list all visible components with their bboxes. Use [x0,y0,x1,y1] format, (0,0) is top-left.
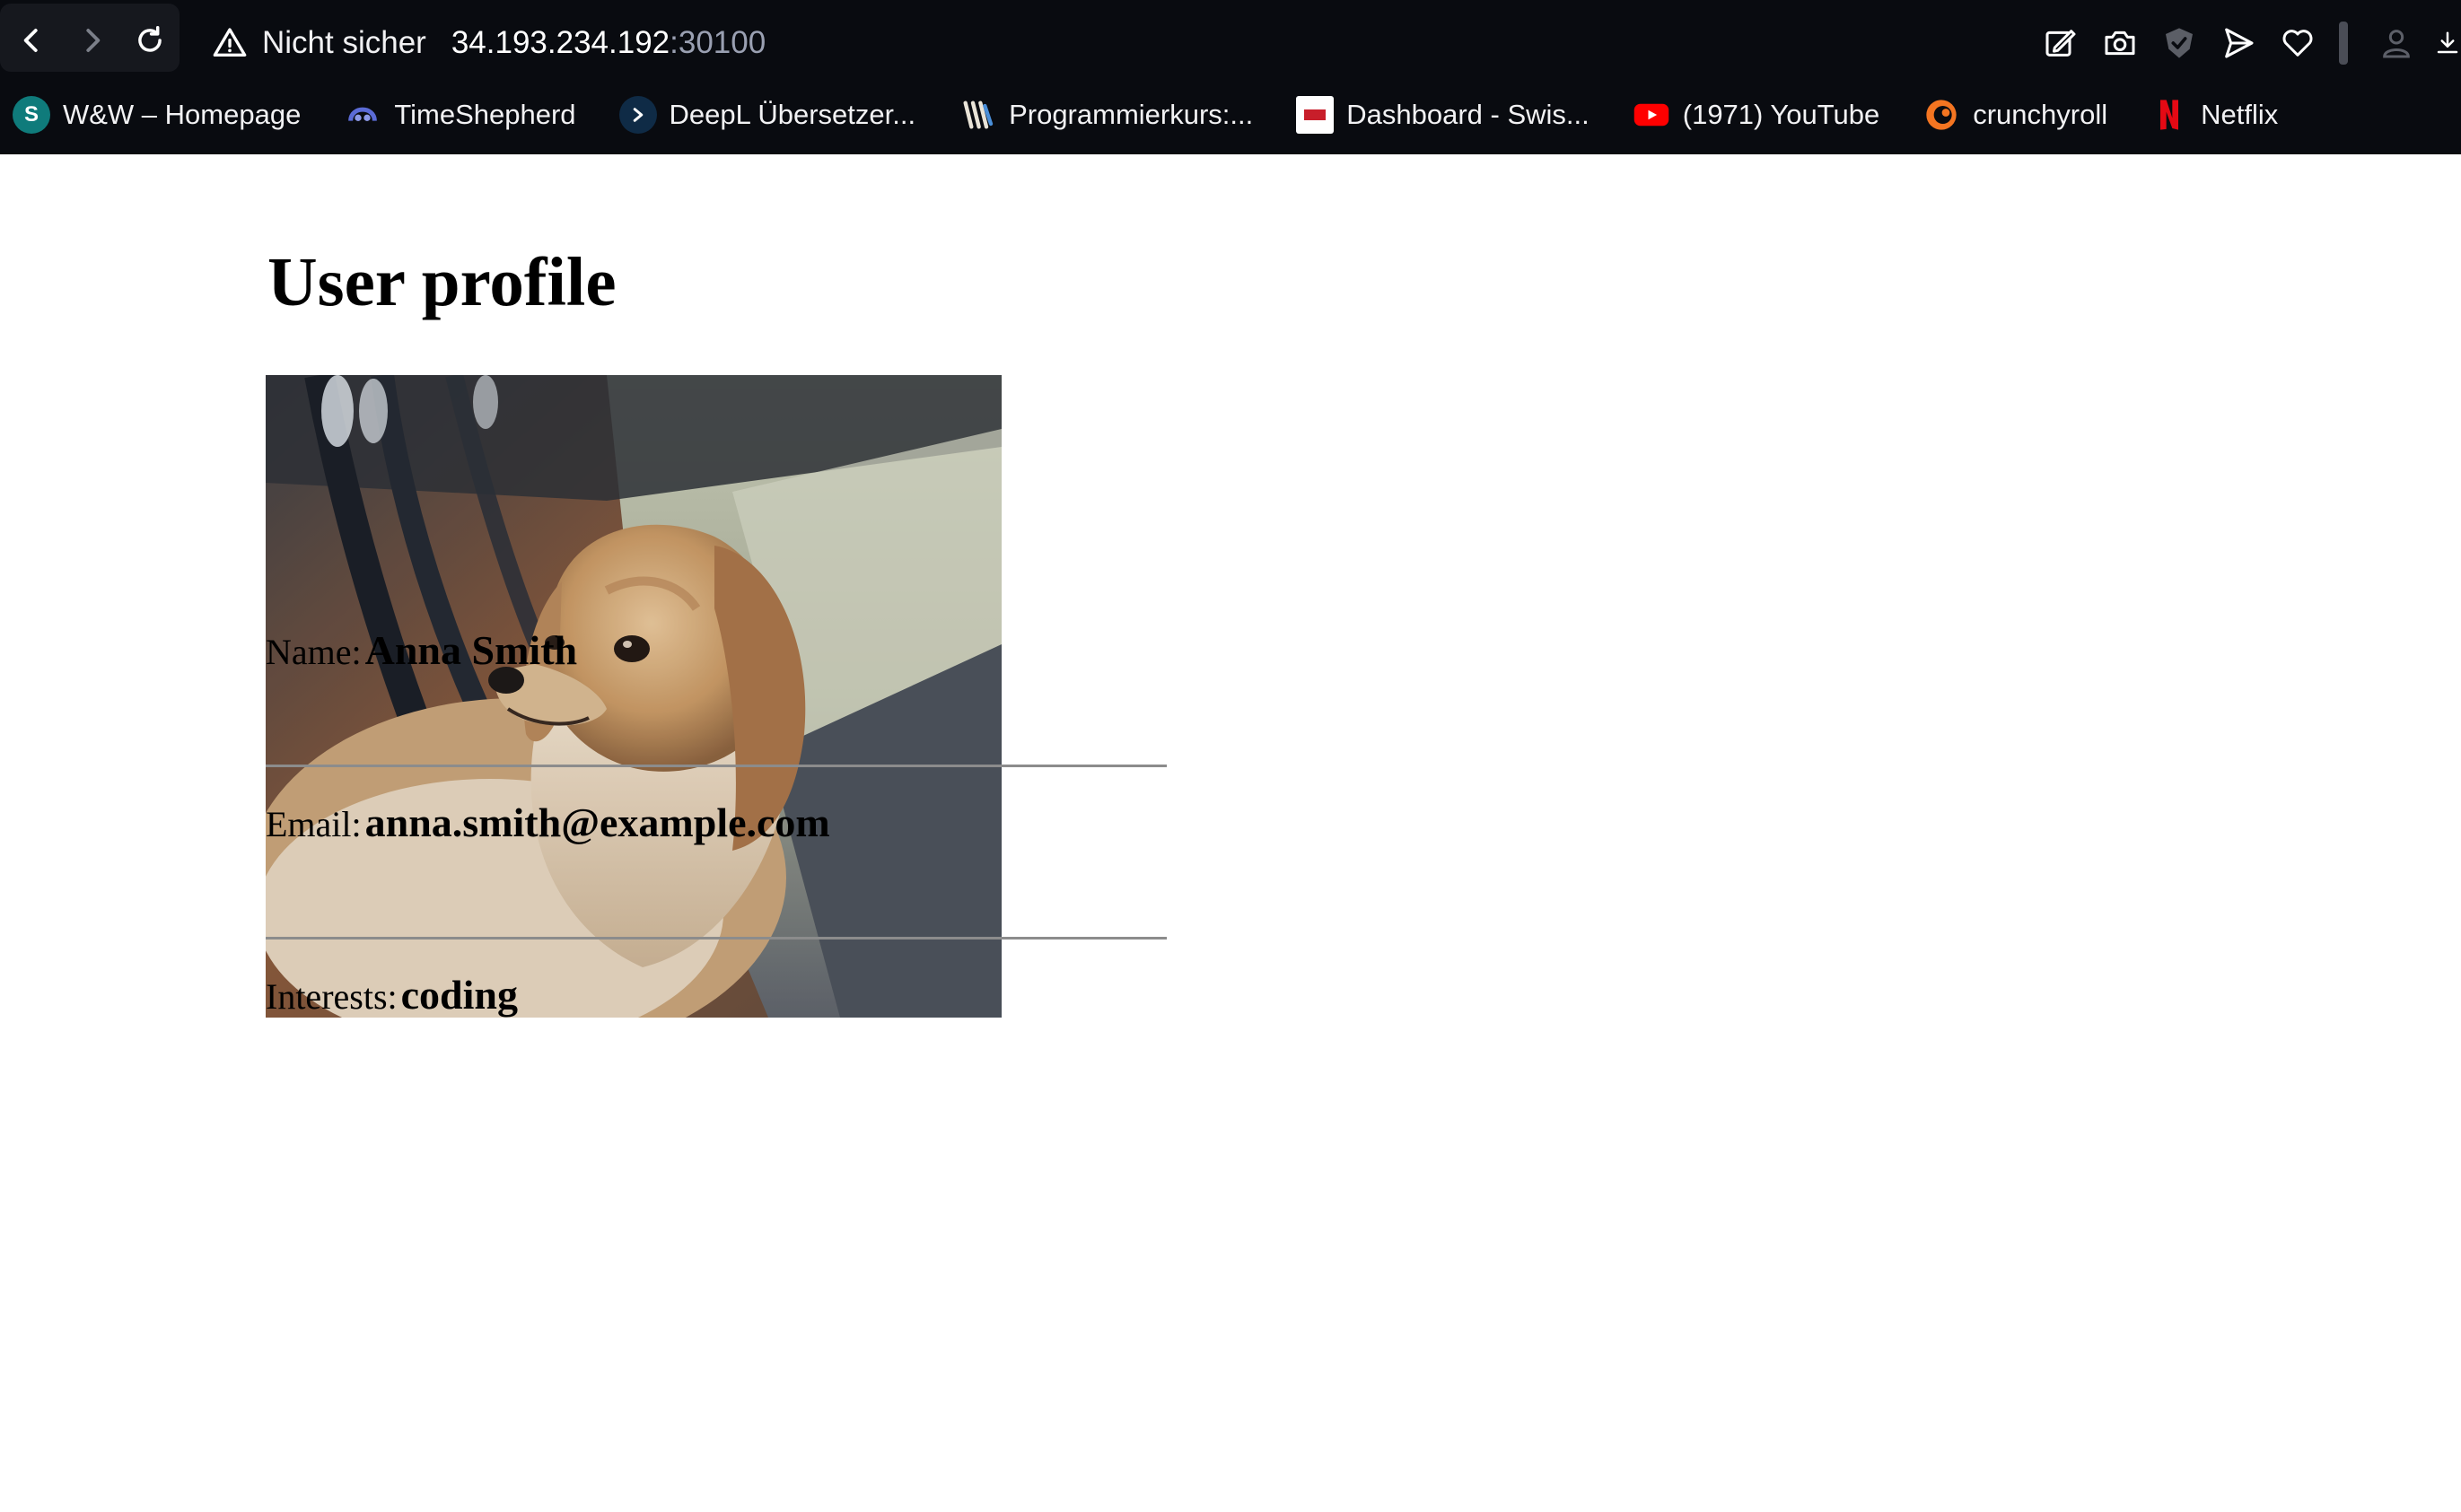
reload-button[interactable] [131,22,169,59]
crunchyroll-icon [1922,96,1960,134]
screenshot-button[interactable] [2098,22,2141,65]
bookmarks-bar: S W&W – Homepage TimeShepherd DeepL Über… [13,90,2321,140]
profile-photo [266,375,1002,1018]
name-row: Name: Anna Smith [266,626,577,674]
toolbar-divider [2339,22,2348,65]
bookmark-deepl[interactable]: DeepL Übersetzer... [618,96,916,134]
chevron-left-icon [23,29,38,52]
heart-icon [2282,30,2313,57]
dog-photo-illustration [266,375,1002,1018]
download-icon [2437,31,2458,54]
camera-icon [2105,31,2135,56]
sharepoint-icon: S [13,96,50,134]
bookmark-youtube[interactable]: (1971) YouTube [1633,96,1879,134]
bookmark-label: crunchyroll [1973,99,2108,130]
interests-row: Interests: coding [266,971,518,1018]
toolbar-actions [2039,18,2461,68]
browser-chrome: Nicht sicher 34.193.234.192:30100 S W&W… [0,0,2461,154]
bookmark-label: Netflix [2201,99,2279,130]
name-value: Anna Smith [364,627,578,673]
bookmark-programmierkurs[interactable]: Programmierkurs:... [959,96,1253,134]
name-label: Name: [266,632,362,672]
security-status[interactable]: Nicht sicher [262,25,426,61]
email-label: Email: [266,804,362,844]
bookmark-crunchyroll[interactable]: crunchyroll [1922,96,2107,134]
interests-value: coding [400,972,518,1018]
edit-page-button[interactable] [2039,22,2082,65]
downloads-button[interactable] [2434,22,2461,65]
bookmark-netflix[interactable]: Netflix [2150,96,2278,134]
warning-icon [213,28,247,57]
shield-icon [2166,28,2193,58]
interests-label: Interests: [266,976,398,1017]
divider [266,765,1167,767]
page-content: User profile Name: Anna Smith Email: ann… [0,154,2461,1512]
url-port: :30100 [670,25,766,60]
address-bar[interactable]: Nicht sicher 34.193.234.192:30100 [212,18,766,68]
bookmark-label: Dashboard - Swis... [1346,99,1590,130]
bookmark-label: TimeShepherd [394,99,576,130]
dashboard-icon [1296,96,1335,134]
profile-icon [2383,30,2410,58]
youtube-icon [1633,96,1670,134]
reload-icon [138,26,162,52]
bookmark-label: Programmierkurs:... [1009,99,1254,130]
bookmark-timeshepherd[interactable]: TimeShepherd [344,96,576,134]
send-button[interactable] [2217,22,2260,65]
netflix-icon [2150,96,2188,134]
browser-toolbar: Nicht sicher 34.193.234.192:30100 [0,0,2461,86]
divider [266,937,1167,940]
timeshepherd-icon [344,96,381,134]
navigation-controls [0,4,180,72]
chevron-right-icon [86,29,101,52]
send-icon [2225,28,2254,58]
email-value: anna.smith@example.com [364,800,830,845]
edit-page-icon [2045,30,2076,57]
page-title: User profile [267,243,617,320]
back-button[interactable] [13,22,50,59]
url-host: 34.193.234.192 [451,25,670,60]
profile-button[interactable] [2375,22,2418,65]
adblock-button[interactable] [2158,22,2201,65]
programmierkurs-icon [959,96,996,134]
bookmark-label: DeepL Übersetzer... [669,99,916,130]
bookmark-label: W&W – Homepage [63,99,302,130]
bookmark-label: (1971) YouTube [1682,99,1880,130]
forward-button[interactable] [74,22,111,59]
email-row: Email: anna.smith@example.com [266,799,830,846]
deepl-icon [618,96,657,134]
favorites-button[interactable] [2276,22,2319,65]
bookmark-dashboard[interactable]: Dashboard - Swis... [1296,96,1590,134]
bookmark-ww-homepage[interactable]: S W&W – Homepage [13,96,301,134]
